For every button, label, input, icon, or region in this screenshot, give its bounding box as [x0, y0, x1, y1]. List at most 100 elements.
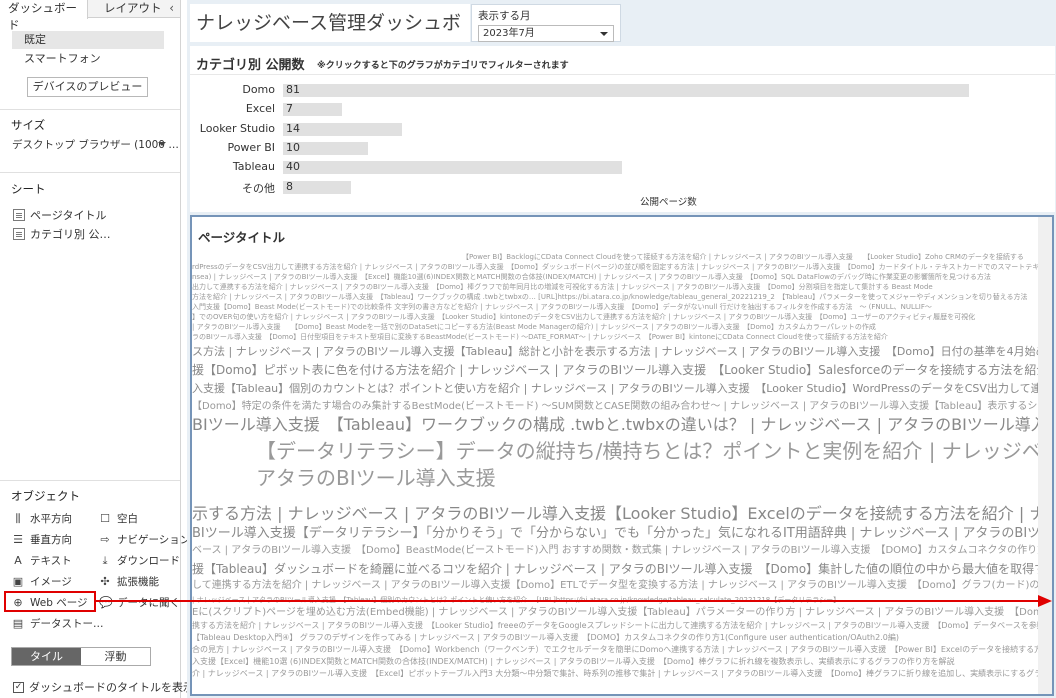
- device-default[interactable]: 既定: [12, 31, 164, 49]
- navigation-icon: ⇨: [100, 533, 110, 546]
- page-title-mark[interactable]: 】でのOVER句の使い方を紹介 | ナレッジベース | アタラのBIツール導入支…: [192, 314, 975, 321]
- page-title-mark[interactable]: 携する方法を紹介 | ナレッジベース | アタラのBIツール導入支援 【Look…: [192, 622, 1052, 630]
- page-title-mark[interactable]: 方法を紹介 | ナレッジベース | アタラのBIツール導入支援 【Tableau…: [192, 294, 1028, 301]
- sheet-item-category[interactable]: カテゴリ別 公…: [13, 226, 111, 242]
- object-navigation[interactable]: ⇨ ナビゲーション: [99, 532, 190, 547]
- object-vertical[interactable]: ☰ 垂直方向: [12, 532, 72, 547]
- page-title-mark[interactable]: 【Tableau Desktop入門④】 グラフのデザインを作ってみる | ナレ…: [192, 634, 899, 642]
- float-toggle[interactable]: 浮動: [81, 648, 150, 665]
- page-title-mark[interactable]: ラのBIツール導入支援 【Domo】日付型項目をテキスト型項目に変換するBeas…: [192, 334, 888, 341]
- bar-value-label: 8: [286, 179, 293, 193]
- month-filter-dropdown[interactable]: 2023年7月: [478, 25, 614, 42]
- page-title-mark[interactable]: 援【Domo】ピボット表に色を付ける方法を紹介 | ナレッジベース | アタラの…: [192, 364, 1052, 376]
- object-label: 空白: [117, 513, 138, 525]
- category-label[interactable]: Tableau: [233, 160, 275, 173]
- object-horizontal[interactable]: ⫼ 水平方向: [12, 511, 72, 526]
- bar-value-label: 81: [286, 83, 300, 96]
- size-dropdown[interactable]: デスクトップ ブラウザー (1000 …: [12, 137, 179, 152]
- ask-data-icon: 💬: [99, 596, 113, 609]
- data-story-icon: ▤: [12, 617, 24, 630]
- bar-value-label: 40: [286, 160, 300, 174]
- chart-title: カテゴリ別 公開数: [196, 58, 305, 73]
- bar-value-label: 14: [286, 121, 300, 135]
- blank-icon: ☐: [100, 512, 110, 525]
- object-image[interactable]: ▣ イメージ: [12, 574, 72, 589]
- tab-dashboard[interactable]: ダッシュボード: [0, 0, 88, 32]
- object-label: データに聞く: [117, 597, 180, 609]
- category-label[interactable]: Domo: [242, 83, 275, 96]
- sheets-section-title: シート: [11, 182, 46, 196]
- sheet-item-page-title[interactable]: ページタイトル: [13, 207, 107, 223]
- page-title-mark[interactable]: BIツール導入支援【データリテラシー】「分かりそう」で「分からない」でも「分かっ…: [192, 527, 1052, 540]
- show-title-checkbox[interactable]: ✓ ダッシュボードのタイトルを表示: [13, 679, 194, 695]
- page-title-mark[interactable]: 援【Tableau】ダッシュボードを綺麗に並べるコツを紹介 | ナレッジベース …: [192, 563, 1052, 575]
- tableau-dashboard-editor: ダッシュボード レイアウト ‹ 既定 スマートフォン デバイスのプレビュー サイ…: [0, 0, 1056, 698]
- page-title-mark[interactable]: 合の見方 | ナレッジベース | アタラのBIツール導入支援 【Domo】Wor…: [192, 646, 1052, 654]
- category-chart-panel: カテゴリ別 公開数 ※クリックすると下のグラフがカテゴリでフィルターされます D…: [190, 46, 1055, 212]
- category-label[interactable]: Looker Studio: [200, 122, 275, 135]
- collapse-sidebar-icon[interactable]: ‹: [169, 0, 174, 17]
- bar[interactable]: [283, 161, 622, 175]
- horizontal-icon: ⫼: [15, 511, 21, 525]
- page-title-mark[interactable]: | アタラのBIツール導入支援 【Domo】Beast Modeを一括で別のDa…: [192, 324, 876, 331]
- object-label: ナビゲーション: [117, 534, 191, 546]
- layout-toggle: タイル 浮動: [11, 647, 151, 666]
- bar[interactable]: [283, 122, 402, 136]
- page-title-mark[interactable]: 入支援【Tableau】個別のカウントとは？ポイントと使い方を紹介 | ナレッジ…: [192, 383, 1052, 394]
- text-icon: A: [14, 554, 22, 567]
- size-section-title: サイズ: [11, 118, 46, 132]
- page-title-mark[interactable]: アタラのBIツール導入支援: [256, 468, 496, 488]
- device-preview-button[interactable]: デバイスのプレビュー: [27, 77, 148, 97]
- category-label[interactable]: Power BI: [227, 141, 275, 154]
- bar[interactable]: [283, 84, 970, 97]
- object-label: ダウンロード: [117, 555, 180, 567]
- page-title-mark[interactable]: 介 | ナレッジベース | アタラのBIツール導入支援 【Excel】ピボットテ…: [192, 670, 1052, 678]
- page-title-mark[interactable]: BIツール導入支援 【Tableau】ワークブックの構成 .twbと.twbxの…: [192, 417, 1052, 433]
- web-page-highlight: [4, 591, 96, 612]
- x-axis-label: 公開ページ数: [640, 197, 697, 208]
- object-text[interactable]: A テキスト: [12, 553, 72, 568]
- image-icon: ▣: [12, 575, 24, 588]
- page-title-mark[interactable]: ベース | アタラのBIツール導入支援 【Domo】BeastMode(ビースト…: [192, 546, 1052, 556]
- page-title-mark[interactable]: 【Power BI】BacklogにCData Connect Cloudを使っ…: [462, 254, 1024, 261]
- scrollbar[interactable]: [1038, 217, 1052, 694]
- object-data-story[interactable]: ▤ データストー…: [12, 616, 104, 631]
- tab-layout[interactable]: レイアウト: [96, 0, 170, 18]
- tile-toggle[interactable]: タイル: [12, 648, 81, 665]
- sheet-item-label: ページタイトル: [30, 209, 107, 222]
- annotation-arrow: [96, 600, 1040, 602]
- page-title-mark[interactable]: 示する方法 | ナレッジベース | アタラのBIツール導入支援【Looker S…: [192, 506, 1052, 522]
- page-title-mark[interactable]: 【Domo】特定の条件を満たす場合のみ集計するBestMode(ビーストモード)…: [192, 402, 1052, 412]
- page-title-mark[interactable]: 入支援【Excel】機能10選 (6)INDEX関数とMATCH関数の合体技(I…: [192, 658, 955, 666]
- extension-icon: ✣: [100, 575, 110, 588]
- category-label[interactable]: その他: [242, 180, 275, 196]
- object-extension[interactable]: ✣ 拡張機能: [99, 574, 159, 589]
- download-icon: ⤓: [102, 553, 108, 567]
- page-title-mark[interactable]: して連携する方法を紹介 | ナレッジベース | アタラのBIツール導入支援【Do…: [192, 581, 1052, 591]
- page-title-mark[interactable]: Eに(スクリプト)ページを埋め込む方法(Embed機能) | ナレッジベース |…: [192, 608, 1052, 618]
- object-label: テキスト: [30, 555, 72, 567]
- page-title-mark[interactable]: 出力して連携する方法を紹介 | ナレッジベース | アタラのBIツール導入支援 …: [192, 284, 933, 291]
- category-label[interactable]: Excel: [246, 102, 275, 115]
- page-title-mark[interactable]: rdPressのデータをCSV出力して連携する方法を紹介 | ナレッジベース |…: [192, 264, 1052, 271]
- chart-note: ※クリックすると下のグラフがカテゴリでフィルターされます: [317, 61, 569, 71]
- object-label: 拡張機能: [117, 576, 159, 588]
- vertical-icon: ☰: [13, 533, 23, 546]
- chevron-down-icon: [158, 142, 166, 146]
- page-title-mark[interactable]: 【データリテラシー】データの縦持ち/横持ちとは？ポイントと実例を紹介 | ナレッ…: [256, 441, 1052, 461]
- checkbox-checked-icon: ✓: [13, 681, 24, 693]
- word-cloud: 【Power BI】BacklogにCData Connect Cloudを使っ…: [192, 251, 1052, 694]
- page-title-mark[interactable]: ス方法 | ナレッジベース | アタラのBIツール導入支援【Tableau】総計…: [192, 346, 1052, 357]
- worksheet-icon: [13, 209, 25, 221]
- object-ask-data[interactable]: 💬 データに聞く: [99, 595, 180, 610]
- bar[interactable]: [283, 180, 351, 194]
- month-filter: 表示する月 2023年7月: [471, 4, 621, 42]
- object-download[interactable]: ⤓ ダウンロード: [99, 553, 180, 568]
- page-title-mark[interactable]: 入門支援【Domo】Beast Mode(ビーストモード)での比較条件 文字列の…: [192, 304, 932, 311]
- object-label: 垂直方向: [30, 534, 72, 546]
- page-title-mark[interactable]: nsea) | ナレッジベース | アタラのBIツール導入支援 【Excel】機…: [192, 274, 991, 281]
- device-smartphone[interactable]: スマートフォン: [12, 50, 164, 68]
- object-blank[interactable]: ☐ 空白: [99, 511, 138, 526]
- bar-value-label: 7: [286, 102, 293, 116]
- worksheet-icon: [13, 228, 25, 240]
